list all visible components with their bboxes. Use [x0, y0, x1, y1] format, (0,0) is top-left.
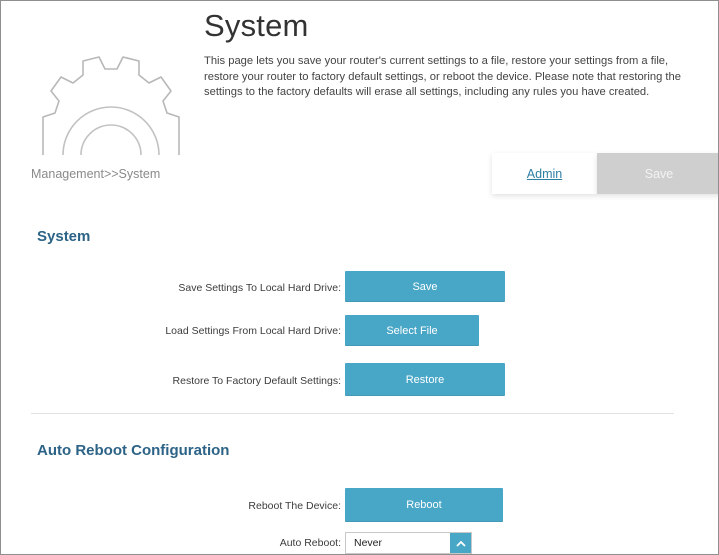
- chevron-up-icon[interactable]: [450, 533, 471, 553]
- page-title: System: [204, 8, 309, 43]
- load-settings-label: Load Settings From Local Hard Drive:: [165, 325, 341, 337]
- page-frame: System This page lets you save your rout…: [0, 0, 719, 555]
- restore-button[interactable]: Restore: [345, 363, 505, 396]
- admin-link[interactable]: Admin: [492, 153, 597, 194]
- system-section-title: System: [37, 228, 91, 245]
- save-settings-label: Save Settings To Local Hard Drive:: [178, 282, 341, 294]
- gear-icon: [42, 56, 180, 155]
- save-to-drive-button[interactable]: Save: [345, 271, 505, 302]
- section-divider: [31, 413, 674, 414]
- restore-defaults-label: Restore To Factory Default Settings:: [172, 375, 341, 387]
- auto-reboot-value: Never: [354, 537, 383, 549]
- select-file-button[interactable]: Select File: [345, 315, 479, 346]
- breadcrumb: Management>>System: [31, 167, 161, 181]
- reboot-button[interactable]: Reboot: [345, 488, 503, 522]
- reboot-device-label: Reboot The Device:: [248, 500, 341, 512]
- page-description: This page lets you save your router's cu…: [204, 55, 681, 98]
- auto-reboot-select[interactable]: Never: [345, 532, 472, 554]
- save-settings-button[interactable]: Save: [597, 153, 718, 194]
- auto-reboot-section-title: Auto Reboot Configuration: [37, 442, 230, 459]
- auto-reboot-label: Auto Reboot:: [279, 537, 341, 549]
